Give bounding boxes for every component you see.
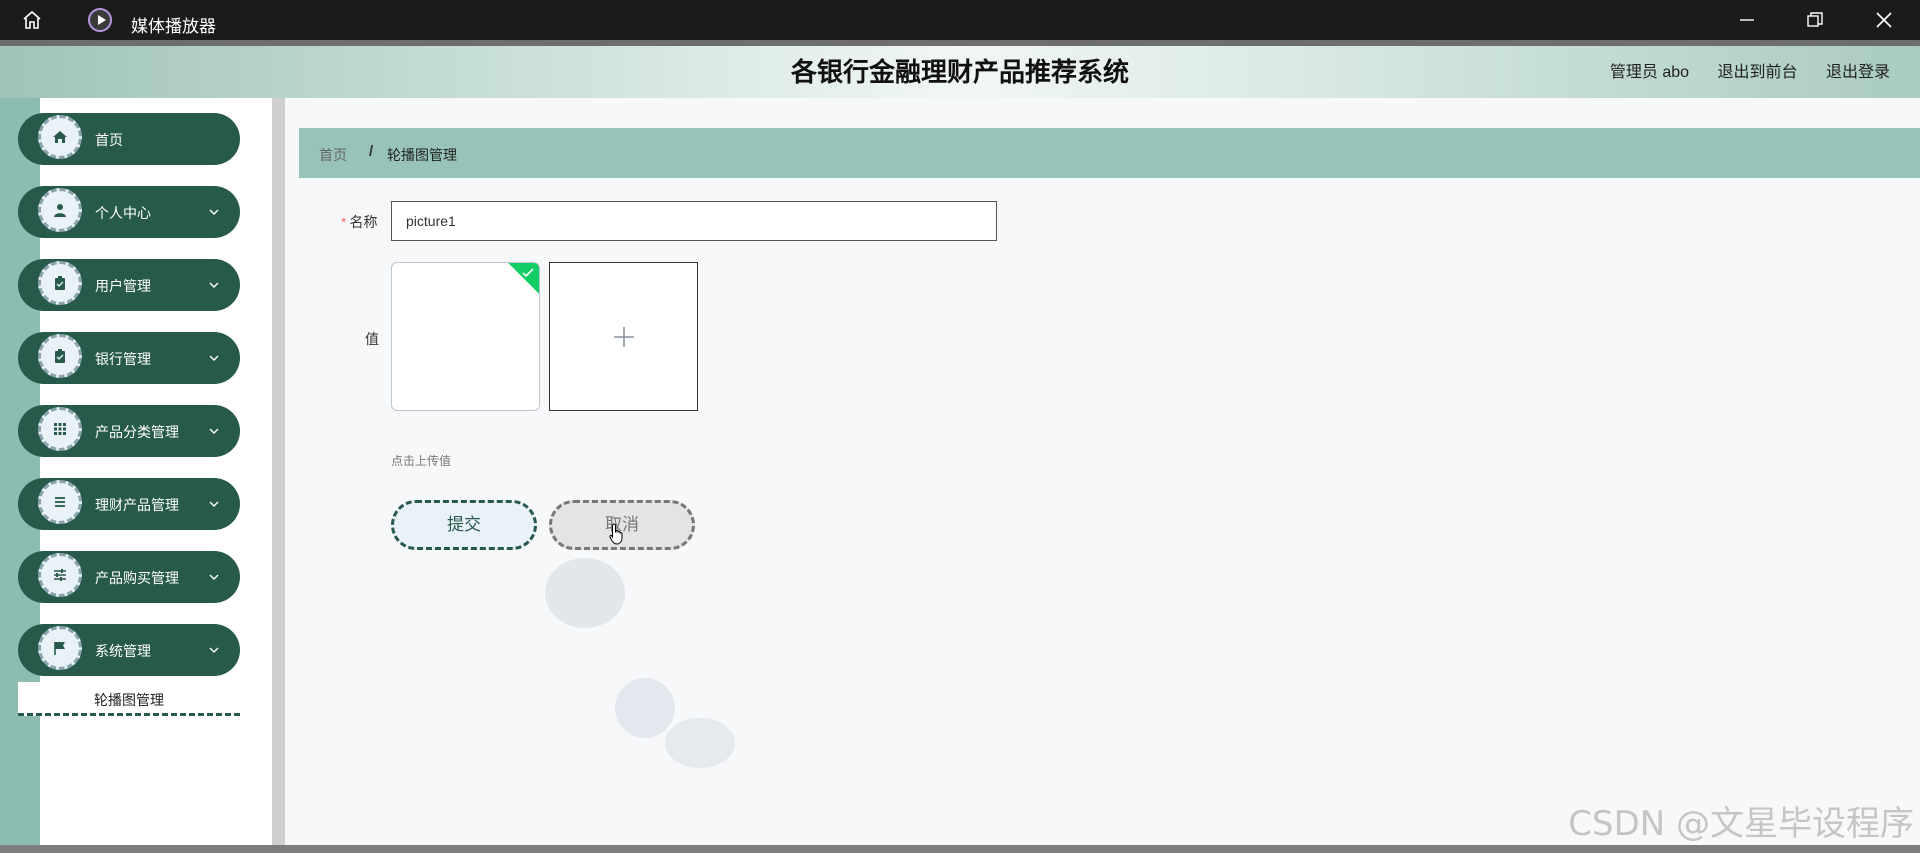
upload-button[interactable]	[549, 262, 698, 411]
home-icon[interactable]	[22, 10, 42, 30]
back-to-front-link[interactable]: 退出到前台	[1718, 64, 1798, 81]
breadcrumb: 首页 / 轮播图管理	[299, 128, 1920, 178]
chevron-down-icon	[209, 209, 219, 215]
chevron-down-icon	[209, 355, 219, 361]
sidebar-item-label: 用户管理	[95, 278, 151, 294]
sidebar-item-system-management[interactable]: 系统管理	[18, 624, 240, 676]
sliders-icon	[54, 569, 66, 581]
sidebar-item-user-management[interactable]: 用户管理	[18, 259, 240, 311]
background-decoration	[545, 558, 625, 628]
sidebar-item-bank-management[interactable]: 银行管理	[18, 332, 240, 384]
value-label: 值	[365, 331, 379, 347]
sidebar-item-product-category[interactable]: 产品分类管理	[18, 405, 240, 457]
uploaded-image-thumbnail[interactable]	[391, 262, 540, 411]
sidebar-item-label: 系统管理	[95, 643, 151, 659]
logout-link[interactable]: 退出登录	[1826, 64, 1890, 81]
restore-icon[interactable]	[1805, 10, 1825, 30]
chevron-down-icon	[209, 574, 219, 580]
chevron-down-icon	[209, 501, 219, 507]
submit-button[interactable]: 提交	[391, 500, 537, 550]
minimize-icon[interactable]	[1737, 10, 1757, 30]
sidebar-item-financial-products[interactable]: 理财产品管理	[18, 478, 240, 530]
media-player-icon	[88, 8, 112, 32]
check-icon	[522, 268, 534, 278]
submenu-item-carousel[interactable]: 轮播图管理	[18, 682, 240, 716]
breadcrumb-separator: /	[369, 143, 374, 160]
plus-icon	[614, 327, 634, 347]
sidebar-item-label: 产品分类管理	[95, 424, 179, 440]
clipboard-check-icon	[55, 349, 65, 363]
breadcrumb-home-link[interactable]: 首页	[319, 145, 347, 165]
sidebar-item-label: 银行管理	[95, 351, 151, 367]
user-name: 管理员 abo	[1609, 64, 1690, 81]
name-input[interactable]	[391, 201, 997, 241]
required-mark: *	[341, 214, 347, 230]
name-label-text: 名称	[349, 214, 378, 230]
list-icon	[55, 497, 65, 507]
background-decoration	[665, 718, 735, 768]
sidebar-item-home[interactable]: 首页	[18, 113, 240, 165]
name-label: * 名称	[341, 212, 377, 232]
window-title: 媒体播放器	[131, 17, 216, 36]
watermark: CSDN @文星毕设程序	[1568, 804, 1914, 844]
bottom-border	[0, 845, 1920, 853]
background-decoration	[615, 678, 675, 738]
main-content: 首页 / 轮播图管理 *名称 值 点击上传值 提交 取消 CSDN @文星毕设程…	[285, 98, 1920, 853]
app-header: 各银行金融理财产品推荐系统 管理员 abo 退出到前台 退出登录	[0, 46, 1920, 98]
chevron-down-icon	[209, 647, 219, 653]
chevron-down-icon	[209, 282, 219, 288]
sidebar-item-label: 理财产品管理	[95, 497, 179, 513]
window-titlebar: 媒体播放器	[0, 0, 1920, 40]
chevron-down-icon	[209, 428, 219, 434]
close-icon[interactable]	[1874, 10, 1894, 30]
header-links: 管理员 abo 退出到前台 退出登录	[1586, 58, 1890, 82]
sidebar-divider	[272, 98, 285, 853]
submenu-label: 轮播图管理	[94, 692, 164, 708]
breadcrumb-current: 轮播图管理	[387, 147, 457, 163]
home-icon	[53, 131, 67, 143]
upload-tip: 点击上传值	[391, 454, 452, 468]
sidebar-item-label: 首页	[95, 132, 123, 148]
hand-cursor-icon	[609, 523, 623, 545]
clipboard-icon	[55, 276, 65, 290]
sidebar-item-product-purchase[interactable]: 产品购买管理	[18, 551, 240, 603]
sidebar-item-label: 产品购买管理	[95, 570, 179, 586]
flag-icon	[54, 642, 65, 655]
grid-icon	[54, 423, 66, 435]
user-icon	[54, 204, 66, 217]
sidebar-item-personal-center[interactable]: 个人中心	[18, 186, 240, 238]
sidebar-item-label: 个人中心	[95, 205, 151, 221]
